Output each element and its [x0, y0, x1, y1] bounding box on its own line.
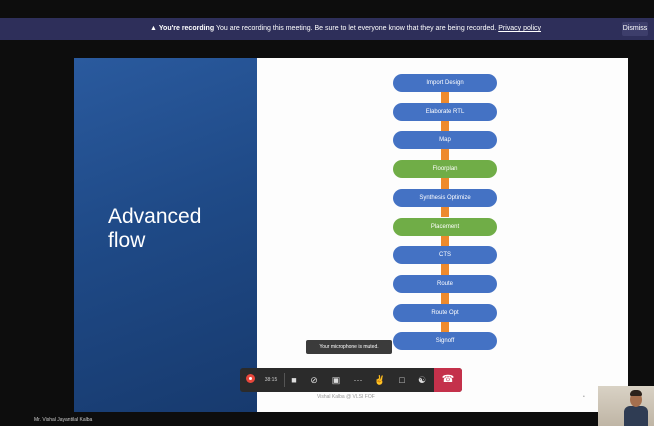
- meeting-timer: 38:15: [264, 377, 278, 383]
- self-video-thumbnail[interactable]: [598, 386, 654, 426]
- flow-connector: [441, 235, 449, 247]
- leave-call-button[interactable]: ☎: [434, 368, 462, 392]
- flow-connector: [441, 92, 449, 103]
- share-screen-icon[interactable]: ▣: [330, 374, 342, 386]
- slide-title: Advanced flow: [108, 205, 201, 253]
- recording-label: You're recording: [158, 25, 215, 32]
- slide-title-line2: flow: [108, 229, 146, 252]
- slide-title-panel: Advanced flow: [74, 58, 257, 412]
- participants-icon[interactable]: ☯: [416, 374, 428, 386]
- chat-icon[interactable]: □: [396, 374, 408, 386]
- slide-title-line1: Advanced: [108, 205, 202, 228]
- flow-node: Route Opt: [393, 303, 497, 322]
- flow-connector: [441, 264, 449, 275]
- mic-muted-tooltip: Your microphone is muted.: [306, 340, 392, 354]
- warning-icon: ▲: [150, 25, 157, 32]
- slide-footer: Vishal Kalba @ VLSI FOF: [317, 394, 375, 400]
- flow-node: Map: [393, 131, 497, 150]
- flow-node: Placement: [393, 217, 497, 236]
- toolbar-divider: [284, 373, 285, 387]
- dismiss-button[interactable]: Dismiss: [622, 22, 648, 36]
- video-person-body: [624, 406, 648, 426]
- video-person-hair: [630, 390, 642, 396]
- flow-node: Route: [393, 274, 497, 293]
- mic-muted-icon[interactable]: ⊘: [308, 374, 320, 386]
- recording-message: ▲ You're recording You are recording thi…: [150, 25, 541, 32]
- flow-connector: [441, 120, 449, 132]
- flow-connector: [441, 292, 449, 304]
- flow-connector: [441, 178, 449, 189]
- flow-connector: [441, 206, 449, 218]
- flow-node: Import Design: [393, 74, 497, 92]
- more-icon[interactable]: ···: [352, 374, 364, 386]
- flow-connector: [441, 149, 449, 161]
- recording-banner: ▲ You're recording You are recording thi…: [0, 18, 654, 40]
- meeting-toolbar: 38:15 ■ ⊘ ▣ ··· ✌ □ ☯ ☎: [240, 368, 462, 392]
- flow-node: Signoff: [393, 332, 497, 351]
- camera-icon[interactable]: ■: [288, 374, 300, 386]
- recording-indicator-icon: [246, 374, 255, 383]
- flow-node: Synthesis Optimize: [393, 188, 497, 207]
- slide-page-number: •: [583, 394, 585, 400]
- participant-name: Mr. Vishal Jayantilal Kalba: [34, 417, 93, 423]
- leave-call-icon: ☎: [441, 374, 455, 385]
- flow-node: Elaborate RTL: [393, 102, 497, 121]
- raise-hand-icon[interactable]: ✌: [374, 374, 386, 386]
- flow-node: CTS: [393, 246, 497, 265]
- recording-text: You are recording this meeting. Be sure …: [215, 25, 497, 32]
- flow-node: Floorplan: [393, 160, 497, 179]
- flow-connector: [441, 321, 449, 333]
- privacy-policy-link[interactable]: Privacy policy: [498, 25, 541, 32]
